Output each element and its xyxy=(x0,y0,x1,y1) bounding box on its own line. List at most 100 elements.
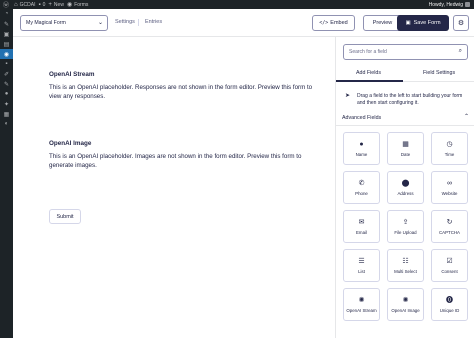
appearance-icon[interactable]: ✐ xyxy=(0,69,13,79)
field-button-label: Website xyxy=(441,191,458,196)
consent-icon: ☑ xyxy=(446,258,453,265)
field-button-captcha[interactable]: ↻ CAPTCHA xyxy=(431,210,468,243)
advanced-fields-header[interactable]: Advanced Fields ⌃ xyxy=(336,113,474,126)
field-button-openai-stream[interactable]: ✺ OpenAI Stream xyxy=(343,288,380,321)
field-button-address[interactable]: ⬤ Address xyxy=(387,171,424,204)
form-field-openai-stream[interactable]: OpenAI Stream This is an OpenAI placehol… xyxy=(49,71,319,101)
clock-icon: ◷ xyxy=(446,141,453,148)
form-field-openai-image[interactable]: OpenAI Image This is an OpenAI placehold… xyxy=(49,140,319,170)
drag-hint: ➤ Drag a field to the left to start buil… xyxy=(345,93,463,106)
admin-bar: ⓦ ⌂ GCDAI ▪ 0 + New ◉ Forms Howdy, Hedwig xyxy=(0,0,474,9)
forms-icon[interactable]: ◉ xyxy=(0,49,13,59)
active-tab-indicator xyxy=(336,80,403,82)
field-button-label: Unique ID xyxy=(439,308,460,313)
form-switcher[interactable]: My Magical Form ⌄ xyxy=(20,15,108,31)
home-icon: ⌂ xyxy=(14,1,18,8)
field-button-email[interactable]: ✉ Email xyxy=(343,210,380,243)
field-button-file-upload[interactable]: ⇪ File Upload xyxy=(387,210,424,243)
upload-icon: ⇪ xyxy=(402,219,409,226)
field-button-openai-image[interactable]: ✺ OpenAI Image xyxy=(387,288,424,321)
captcha-icon: ↻ xyxy=(446,219,453,226)
field-button-label: Time xyxy=(444,152,455,157)
field-button-label: List xyxy=(358,269,365,274)
field-description: This is an OpenAI placeholder. Images ar… xyxy=(49,153,302,169)
pin-icon[interactable]: ✎ xyxy=(0,19,13,29)
avatar xyxy=(465,2,470,7)
forms-link[interactable]: ◉ Forms xyxy=(67,0,88,9)
field-button-label: Consent xyxy=(441,269,458,274)
comments-icon[interactable]: ▤ xyxy=(0,39,13,49)
person-icon: ● xyxy=(359,141,364,148)
new-content-link[interactable]: + New xyxy=(48,0,64,9)
field-description: This is an OpenAI placeholder. Responses… xyxy=(49,84,313,100)
field-button-consent[interactable]: ☑ Consent xyxy=(431,249,468,282)
field-button-time[interactable]: ◷ Time xyxy=(431,132,468,165)
calendar-icon: ▦ xyxy=(402,141,409,148)
field-title: OpenAI Image xyxy=(49,140,92,147)
field-button-list[interactable]: ☰ List xyxy=(343,249,380,282)
field-button-label: OpenAI Image xyxy=(391,308,420,313)
collapse-icon[interactable]: ◐ xyxy=(0,119,13,129)
wordpress-logo-icon[interactable]: ⓦ xyxy=(3,0,11,9)
field-button-website[interactable]: ∞ Website xyxy=(431,171,468,204)
cursor-icon: ➤ xyxy=(345,93,351,99)
multi-select-icon: ☷ xyxy=(402,258,409,265)
users-icon[interactable]: ● xyxy=(0,89,13,99)
field-title: OpenAI Stream xyxy=(49,71,95,78)
form-canvas: OpenAI Stream This is an OpenAI placehol… xyxy=(13,37,335,338)
field-search-input[interactable]: Search for a field ⌕ xyxy=(343,44,468,60)
field-button-multi-select[interactable]: ☷ Multi Select xyxy=(387,249,424,282)
field-button-label: Address xyxy=(397,191,414,196)
field-button-grid: ● Name ▦ Date ◷ Time ✆ Phone ⬤ Address ∞ Website ✉ Em… xyxy=(343,132,468,321)
embed-button[interactable]: </> Embed xyxy=(312,15,355,31)
panel-tabs: Add Fields Field Settings xyxy=(336,68,474,82)
forms-icon: ◉ xyxy=(66,2,73,8)
chevron-up-icon: ⌃ xyxy=(463,114,469,120)
save-icon: ▣ xyxy=(405,20,411,26)
comment-icon[interactable]: ▪ xyxy=(0,59,13,69)
field-button-label: Email xyxy=(356,230,367,235)
openai-icon: ✺ xyxy=(358,297,365,304)
chevron-down-icon: ⌄ xyxy=(97,20,103,26)
field-button-label: File Upload xyxy=(394,230,417,235)
search-icon: ⌕ xyxy=(458,48,462,54)
list-icon: ☰ xyxy=(358,258,365,265)
plugins-icon[interactable]: ✎ xyxy=(0,79,13,89)
tools-icon[interactable]: ✦ xyxy=(0,99,13,109)
comment-bubble-icon: ▪ xyxy=(38,1,41,8)
site-name-link[interactable]: ⌂ GCDAI xyxy=(14,0,35,9)
link-icon: ∞ xyxy=(447,180,452,187)
openai-icon: ✺ xyxy=(402,297,409,304)
editor-toolbar: My Magical Form ⌄ Settings Entries </> E… xyxy=(13,9,474,37)
phone-icon: ✆ xyxy=(358,180,365,187)
media-icon[interactable]: ▣ xyxy=(0,29,13,39)
tab-field-settings[interactable]: Field Settings xyxy=(423,70,455,76)
settings-link[interactable]: Settings xyxy=(115,19,135,25)
save-form-button[interactable]: ▣ Save Form xyxy=(397,15,449,31)
settings-icon[interactable]: ▦ xyxy=(0,109,13,119)
field-panel: Search for a field ⌕ Add Fields Field Se… xyxy=(335,37,474,338)
envelope-icon: ✉ xyxy=(358,219,365,226)
field-button-name[interactable]: ● Name xyxy=(343,132,380,165)
field-button-label: Name xyxy=(355,152,368,157)
admin-sidebar: ◔ ✎ ▣ ▤ ◉ ▪ ✐ ✎ ● ✦ ▦ ◐ xyxy=(0,9,13,338)
submit-button[interactable]: Submit xyxy=(49,209,81,224)
field-button-label: CAPTCHA xyxy=(439,230,460,235)
comments-link[interactable]: ▪ 0 xyxy=(38,0,45,9)
section-title: Advanced Fields xyxy=(342,115,382,121)
tab-add-fields[interactable]: Add Fields xyxy=(356,70,381,76)
map-pin-icon: ⬤ xyxy=(401,180,410,187)
field-button-label: Phone xyxy=(355,191,368,196)
dashboard-icon[interactable]: ◔ xyxy=(0,9,13,19)
entries-link[interactable]: Entries xyxy=(145,19,162,25)
field-button-unique-id[interactable]: ⓿ Unique ID xyxy=(431,288,468,321)
code-icon: </> xyxy=(319,20,329,26)
field-button-date[interactable]: ▦ Date xyxy=(387,132,424,165)
field-button-phone[interactable]: ✆ Phone xyxy=(343,171,380,204)
plus-icon: + xyxy=(48,1,52,8)
account-menu[interactable]: Howdy, Hedwig xyxy=(429,2,470,8)
field-button-label: Multi Select xyxy=(394,269,417,274)
gear-icon[interactable]: ⚙ xyxy=(453,15,469,31)
field-button-label: OpenAI Stream xyxy=(346,308,377,313)
form-editor: My Magical Form ⌄ Settings Entries </> E… xyxy=(13,9,474,338)
